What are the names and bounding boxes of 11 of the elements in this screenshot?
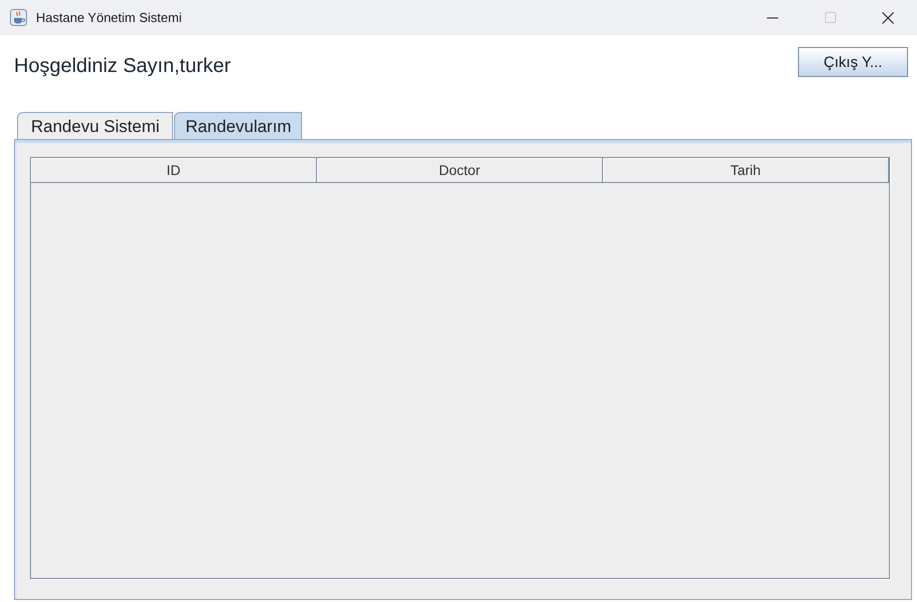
close-icon[interactable]: [882, 12, 894, 24]
cup-icon: [10, 9, 27, 26]
window-title: Hastane Yönetim Sistemi: [36, 10, 183, 25]
greeting-text: Hoşgeldiniz Sayın,turker: [14, 54, 231, 78]
tab[interactable]: Randevularım: [174, 112, 302, 139]
minimize-icon[interactable]: [766, 16, 778, 18]
column-header[interactable]: Doctor: [317, 158, 603, 183]
logout-button[interactable]: Çıkış Y...: [798, 47, 908, 77]
column-header[interactable]: ID: [31, 158, 317, 183]
tab[interactable]: Randevu Sistemi: [17, 112, 173, 139]
column-header[interactable]: Tarih: [603, 158, 889, 183]
